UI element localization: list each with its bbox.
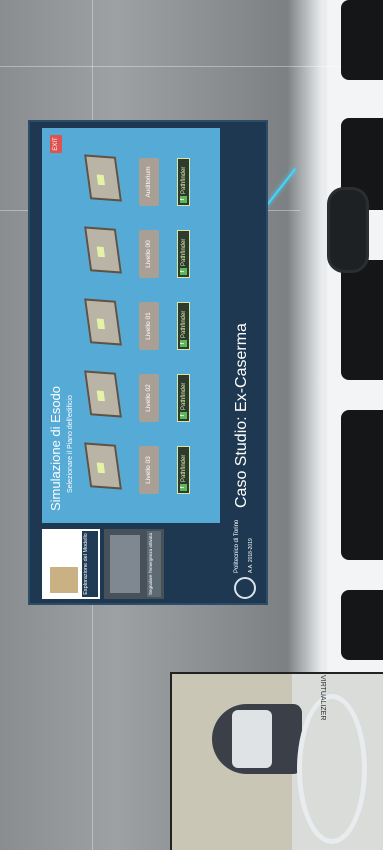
ceiling-light-block [341,410,383,560]
pathfinder-icon: f [180,268,187,275]
report-emergency-label: Segnalare l'emergenza attivata [147,531,161,597]
wall-seam [0,66,383,67]
ceiling-light-block [341,590,383,660]
vr-scene: Esplorazione del Modello Segnalare l'eme… [0,0,383,850]
level-selection-area: Simulazione di Esodo Selezionare il Pian… [42,128,220,523]
explore-model-card[interactable]: Esplorazione del Modello [42,529,100,599]
level-button[interactable]: Auditorium [139,158,159,206]
level-button[interactable]: Livello 03 [139,446,159,494]
floor-plan-thumbnail [84,154,122,202]
menu-panel-wrapper: Esplorazione del Modello Segnalare l'eme… [28,120,268,605]
panel-subtitle: Selezionare il Piano dell'edificio [67,395,74,493]
level-button[interactable]: Livello 00 [139,230,159,278]
user-shirt [232,710,272,768]
floor-plan-thumbnail [84,226,122,274]
level-item: Livello 00 f Pathfinder [84,224,212,282]
virtualizer-brand: VIRTUALIZER [319,675,326,721]
university-block: Politecnico di Torino A.A. 2018-2019 [230,514,264,599]
floor-plan-thumbnail [84,370,122,418]
pathfinder-button[interactable]: f Pathfinder [177,374,190,422]
university-name: Politecnico di Torino [234,519,240,573]
vr-controller [330,190,366,270]
case-study-title: Caso Studio: Ex-Caserma [233,323,250,508]
pathfinder-button[interactable]: f Pathfinder [177,446,190,494]
floor-plan-thumbnail [84,298,122,346]
explore-model-label: Esplorazione del Modello [82,531,98,597]
level-button[interactable]: Livello 02 [139,374,159,422]
side-menu: Esplorazione del Modello Segnalare l'eme… [42,529,220,599]
level-item: Livello 01 f Pathfinder [84,296,212,354]
university-seal-icon [234,577,256,599]
ceiling-light-block [341,0,383,80]
pathfinder-icon: f [180,340,187,347]
pathfinder-button[interactable]: f Pathfinder [177,158,190,206]
academic-year: A.A. 2018-2019 [248,538,254,573]
report-emergency-card[interactable]: Segnalare l'emergenza attivata [104,529,164,599]
pathfinder-button[interactable]: f Pathfinder [177,230,190,278]
emergency-thumbnail [110,535,140,593]
ceiling-light-block [341,260,383,380]
floor-plan-thumbnail [84,442,122,490]
pathfinder-icon: f [180,412,187,419]
level-button[interactable]: Livello 01 [139,302,159,350]
level-item: Livello 03 f Pathfinder [84,440,212,498]
exit-button[interactable]: EXIT [50,135,62,153]
building-thumbnail [50,567,78,593]
pathfinder-icon: f [180,484,187,491]
pathfinder-button[interactable]: f Pathfinder [177,302,190,350]
webcam-inset [170,672,383,850]
level-item: Auditorium f Pathfinder [84,152,212,210]
panel-title: Simulazione di Esodo [48,385,63,511]
menu-panel: Esplorazione del Modello Segnalare l'eme… [28,120,268,605]
pathfinder-icon: f [180,196,187,203]
levels-row: Livello 03 f Pathfinder Livello 02 f Pathf… [84,148,212,498]
level-item: Livello 02 f Pathfinder [84,368,212,426]
